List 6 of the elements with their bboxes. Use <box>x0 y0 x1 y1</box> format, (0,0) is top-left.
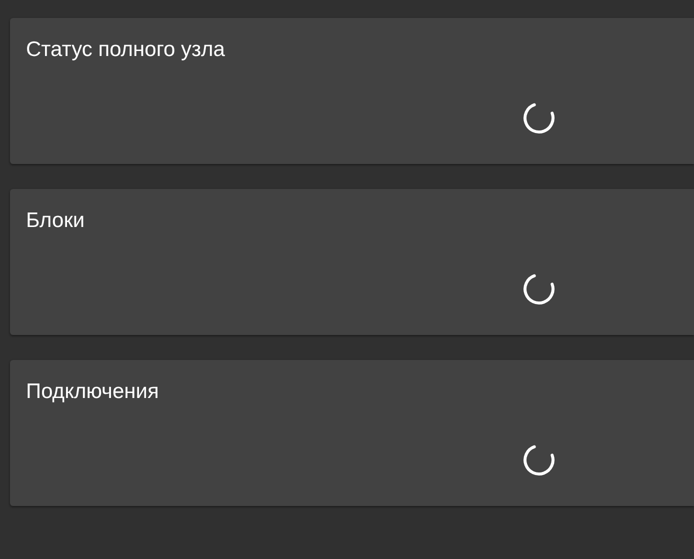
panel-title: Блоки <box>26 209 85 233</box>
loading-spinner-icon <box>523 444 555 476</box>
loading-spinner-icon <box>523 273 555 305</box>
panel-title: Подключения <box>26 380 159 404</box>
panel-title: Статус полного узла <box>26 38 225 62</box>
loading-spinner-icon <box>523 102 555 134</box>
